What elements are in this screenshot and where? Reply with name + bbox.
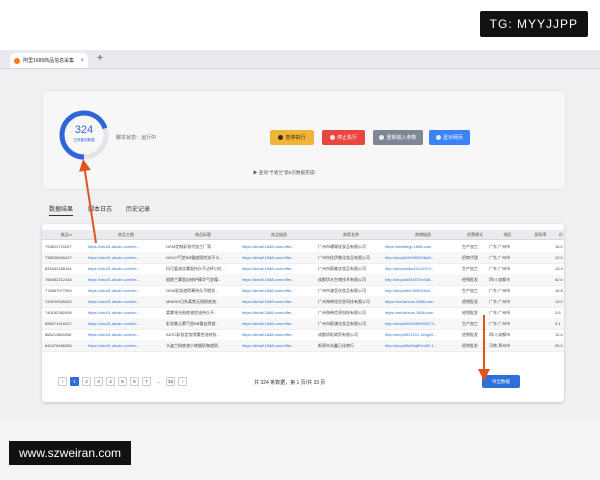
annotation-arrows <box>78 159 490 381</box>
watermark-bottom: www.szweiran.com <box>9 441 132 465</box>
arrow-to-gauge <box>78 159 97 244</box>
